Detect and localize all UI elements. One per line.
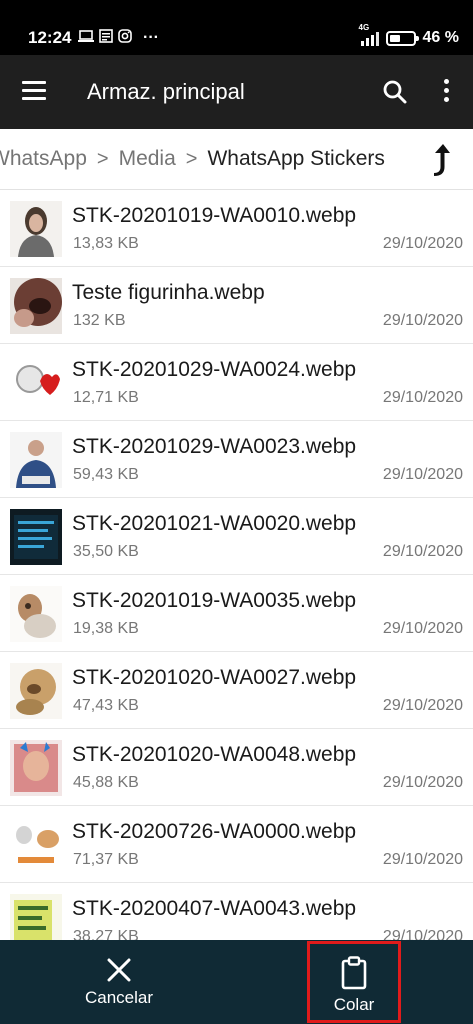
status-time: 12:24 [28, 28, 72, 47]
file-row[interactable]: STK-20201019-WA0010.webp 13,83 KB 29/10/… [0, 190, 473, 267]
breadcrumb-separator: > [96, 148, 109, 170]
paste-button[interactable]: Colar [307, 941, 401, 1023]
file-row[interactable]: STK-20201020-WA0048.webp 45,88 KB 29/10/… [0, 729, 473, 806]
file-date: 29/10/2020 [382, 543, 463, 560]
system-icons: 4G 46 % [359, 23, 459, 48]
file-thumbnail [10, 278, 62, 334]
file-row[interactable]: STK-20201020-WA0027.webp 47,43 KB 29/10/… [0, 652, 473, 729]
file-thumbnail [10, 355, 62, 411]
file-row[interactable]: STK-20201021-WA0020.webp 35,50 KB 29/10/… [0, 498, 473, 575]
file-size: 19,38 KB [73, 620, 139, 637]
instagram-icon [118, 29, 132, 47]
file-name: STK-20201019-WA0010.webp [72, 204, 357, 227]
file-name: Teste figurinha.webp [72, 281, 265, 304]
file-thumbnail [10, 817, 62, 873]
file-name: STK-20201020-WA0027.webp [72, 666, 357, 689]
arrow-up-icon [434, 144, 450, 176]
file-date: 29/10/2020 [382, 235, 463, 252]
file-name: STK-20201021-WA0020.webp [72, 512, 357, 535]
breadcrumb: WhatsApp > Media > WhatsApp Stickers [0, 146, 385, 172]
file-size: 13,83 KB [73, 235, 139, 252]
app-bar: Armaz. principal [0, 55, 473, 129]
file-row[interactable]: STK-20201019-WA0035.webp 19,38 KB 29/10/… [0, 575, 473, 652]
file-size: 59,43 KB [73, 466, 139, 483]
file-thumbnail [10, 432, 62, 488]
battery-percent: 46 % [422, 29, 459, 46]
file-size: 132 KB [73, 312, 126, 329]
bottom-action-bar: Cancelar Colar [0, 940, 473, 1024]
notification-icons: ··· [78, 29, 159, 47]
clipboard-icon [341, 956, 367, 990]
file-date: 29/10/2020 [382, 697, 463, 714]
file-date: 29/10/2020 [382, 389, 463, 406]
file-row[interactable]: STK-20200726-WA0000.webp 71,37 KB 29/10/… [0, 806, 473, 883]
file-thumbnail [10, 740, 62, 796]
file-row[interactable]: STK-20201029-WA0024.webp 12,71 KB 29/10/… [0, 344, 473, 421]
file-name: STK-20201019-WA0035.webp [72, 589, 357, 612]
search-icon[interactable] [382, 79, 408, 105]
more-vert-icon[interactable] [436, 79, 456, 105]
file-date: 29/10/2020 [382, 620, 463, 637]
cancel-button[interactable]: Cancelar [78, 940, 160, 1024]
file-name: STK-20201020-WA0048.webp [72, 743, 357, 766]
battery-fill [389, 34, 400, 42]
file-size: 47,43 KB [73, 697, 139, 714]
news-icon [99, 29, 113, 47]
file-thumbnail [10, 201, 62, 257]
battery-icon [385, 30, 419, 46]
cancel-label: Cancelar [84, 988, 154, 1007]
more-notifications-icon: ··· [143, 29, 159, 46]
file-size: 12,71 KB [73, 389, 139, 406]
file-row[interactable]: Teste figurinha.webp 132 KB 29/10/2020 [0, 267, 473, 344]
file-date: 29/10/2020 [382, 928, 463, 940]
close-icon [107, 958, 131, 982]
file-size: 71,37 KB [73, 851, 139, 868]
file-thumbnail [10, 894, 62, 940]
paste-label: Colar [333, 995, 375, 1014]
breadcrumb-item-whatsapp[interactable]: WhatsApp [0, 146, 87, 172]
file-size: 35,50 KB [73, 543, 139, 560]
file-row[interactable]: STK-20201029-WA0023.webp 59,43 KB 29/10/… [0, 421, 473, 498]
breadcrumb-separator: > [185, 148, 198, 170]
file-size: 38,27 KB [73, 928, 139, 940]
file-thumbnail [10, 586, 62, 642]
file-row[interactable]: STK-20200407-WA0043.webp 38,27 KB 29/10/… [0, 883, 473, 940]
breadcrumb-item-current: WhatsApp Stickers [207, 147, 385, 170]
navigate-up-button[interactable] [430, 140, 456, 178]
file-date: 29/10/2020 [382, 312, 463, 329]
file-name: STK-20201029-WA0023.webp [72, 435, 357, 458]
file-name: STK-20201029-WA0024.webp [72, 358, 357, 381]
file-name: STK-20200407-WA0043.webp [72, 897, 357, 920]
menu-icon[interactable] [22, 81, 46, 101]
file-thumbnail [10, 663, 62, 719]
signal-icon: 4G [359, 23, 379, 46]
file-size: 45,88 KB [73, 774, 139, 791]
file-thumbnail [10, 509, 62, 565]
breadcrumb-item-media[interactable]: Media [119, 146, 176, 172]
file-name: STK-20200726-WA0000.webp [72, 820, 357, 843]
file-date: 29/10/2020 [382, 774, 463, 791]
page-title: Armaz. principal [87, 79, 245, 104]
status-bar: 12:24 ··· 4G 46 % [0, 0, 473, 55]
file-date: 29/10/2020 [382, 466, 463, 483]
file-date: 29/10/2020 [382, 851, 463, 868]
laptop-icon [78, 29, 94, 47]
file-list: STK-20201019-WA0010.webp 13,83 KB 29/10/… [0, 190, 473, 940]
network-type: 4G [358, 23, 370, 32]
breadcrumb-bar: WhatsApp > Media > WhatsApp Stickers [0, 129, 473, 190]
